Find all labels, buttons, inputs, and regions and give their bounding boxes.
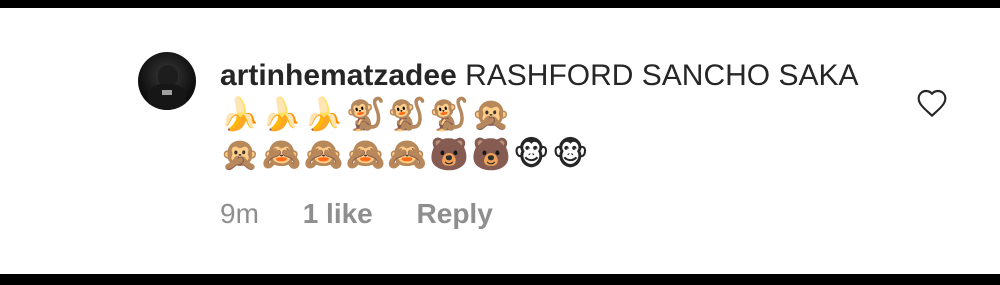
top-black-border [0, 0, 1000, 8]
bottom-black-border [0, 274, 1000, 285]
heart-outline-icon[interactable] [916, 88, 948, 118]
comment-item: artinhematzadee RASHFORD SANCHO SAKA 🍌🍌🍌… [138, 52, 958, 252]
comment-emoji-line-2: 🙊🙈🙈🙈🙈🐻🐻🐵🐵 [220, 135, 591, 173]
reply-button[interactable]: Reply [417, 198, 493, 229]
comment-time: 9m [220, 198, 259, 229]
avatar-body [148, 84, 186, 110]
comment-emoji-line-1: 🍌🍌🍌🐒🐒🐒🙊 [220, 95, 513, 133]
comment-body: artinhematzadee RASHFORD SANCHO SAKA 🍌🍌🍌… [220, 56, 860, 175]
comment-username[interactable]: artinhematzadee [220, 59, 457, 92]
avatar-shirt-mark [162, 90, 172, 95]
user-avatar[interactable] [138, 52, 196, 110]
comment-likes[interactable]: 1 like [303, 198, 373, 229]
comment-meta: 9m 1 like Reply [220, 197, 529, 231]
comment-text: RASHFORD SANCHO SAKA [465, 59, 857, 92]
